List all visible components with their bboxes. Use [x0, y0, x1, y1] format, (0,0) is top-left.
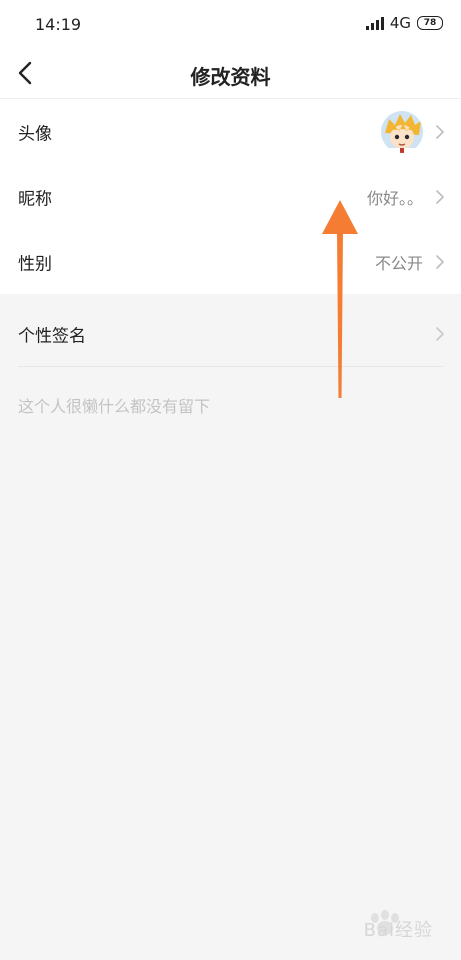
- signature-placeholder: 这个人很懒什么都没有留下: [18, 397, 211, 416]
- row-nickname[interactable]: 昵称 你好。。: [0, 164, 461, 229]
- status-bar: 14:19 4G 78: [0, 0, 461, 50]
- divider: [18, 366, 443, 367]
- network-label: 4G: [389, 14, 411, 32]
- watermark-text: Bai经验: [363, 920, 433, 941]
- chevron-right-icon: [436, 124, 444, 139]
- battery-level: 78: [423, 18, 437, 28]
- chevron-right-icon: [436, 254, 444, 269]
- row-label-avatar: 头像: [18, 124, 52, 144]
- row-label-gender: 性别: [18, 254, 52, 274]
- status-time: 14:19: [35, 15, 82, 34]
- page-title: 修改资料: [190, 65, 271, 89]
- annotation-arrow-icon: [322, 200, 358, 398]
- chevron-right-icon: [436, 189, 444, 204]
- profile-card: 头像 昵称 你好。。 性别 不公开: [0, 99, 461, 294]
- status-indicators: 4G 78: [365, 14, 443, 32]
- row-signature[interactable]: 个性签名: [0, 302, 461, 366]
- row-gender[interactable]: 性别 不公开: [0, 229, 461, 294]
- row-label-signature: 个性签名: [18, 326, 86, 347]
- row-avatar[interactable]: 头像: [0, 99, 461, 164]
- nickname-value: 你好。。: [366, 188, 423, 208]
- battery-icon: 78: [417, 16, 443, 30]
- nav-bar: 修改资料: [0, 50, 461, 99]
- signal-icon: [365, 16, 384, 30]
- gender-value: 不公开: [374, 253, 423, 273]
- avatar[interactable]: [381, 110, 423, 153]
- chevron-right-icon: [436, 327, 444, 341]
- row-label-nickname: 昵称: [18, 189, 52, 209]
